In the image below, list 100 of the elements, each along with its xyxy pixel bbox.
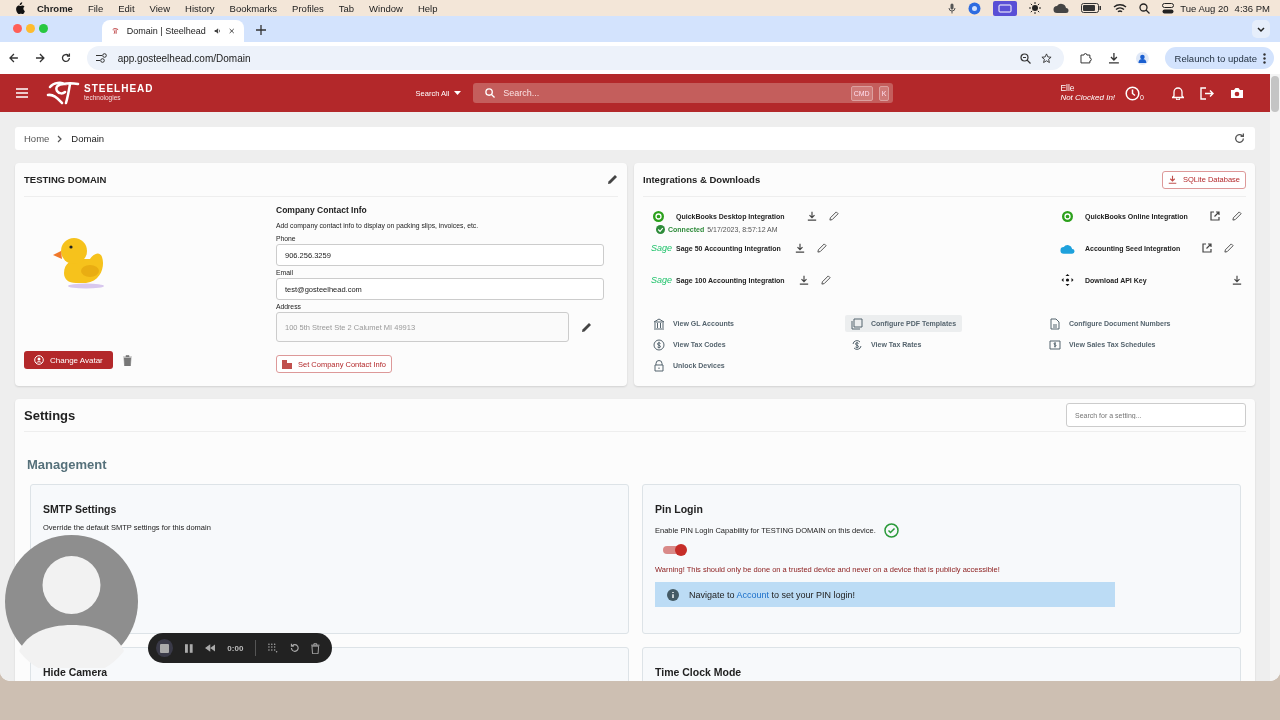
more-icon — [1263, 52, 1266, 64]
download-icon[interactable] — [1107, 52, 1120, 64]
star-icon[interactable] — [1041, 52, 1053, 64]
relaunch-button[interactable]: Relaunch to update — [1164, 47, 1274, 69]
menu-item[interactable]: Bookmarks — [229, 2, 278, 14]
screen-share-icon[interactable] — [993, 0, 1018, 16]
rewind-icon[interactable] — [204, 644, 216, 652]
search-icon[interactable] — [1139, 2, 1151, 14]
setting-title: Hide Camera — [43, 666, 108, 678]
external-link-icon[interactable] — [1209, 211, 1220, 221]
wifi-icon[interactable] — [1113, 2, 1128, 14]
search-input[interactable]: Search... — [501, 87, 845, 99]
download-icon[interactable] — [794, 243, 805, 253]
setting-title: Pin Login — [655, 503, 703, 515]
camera-icon[interactable] — [1230, 87, 1244, 99]
account-link[interactable]: Account — [736, 589, 770, 600]
chevron-down-icon[interactable] — [1252, 20, 1270, 38]
site-settings-icon — [95, 53, 108, 63]
card-title: TESTING DOMAIN — [24, 174, 107, 185]
info-message: Navigate to Account to set your PIN login! — [689, 589, 856, 600]
setting-title: Time Clock Mode — [655, 666, 742, 678]
menu-bar-time: 4:36 PM — [1234, 2, 1270, 14]
external-link-icon[interactable] — [1202, 243, 1213, 253]
trash-icon[interactable] — [311, 642, 320, 654]
trash-icon[interactable] — [122, 354, 132, 366]
site-logo-icon — [112, 26, 119, 36]
clock-status: Not Clocked In! — [1060, 93, 1116, 103]
edit-icon[interactable] — [1231, 211, 1242, 221]
section-title: Company Contact Info — [276, 205, 367, 215]
scrollbar-thumb[interactable] — [1271, 76, 1279, 112]
card-title: Settings — [24, 407, 76, 423]
back-arrow-icon[interactable] — [9, 53, 19, 63]
clock-icon[interactable] — [1125, 85, 1141, 101]
menu-item[interactable]: Tab — [338, 2, 355, 14]
menu-item[interactable]: Window — [369, 2, 403, 14]
logo-mark-icon — [46, 81, 80, 105]
sun-icon[interactable] — [1029, 2, 1042, 14]
menu-icon[interactable] — [16, 88, 28, 98]
control-center-icon[interactable] — [1162, 2, 1175, 14]
edit-icon[interactable] — [820, 275, 831, 285]
breadcrumb-current: Domain — [71, 133, 105, 144]
chevron-right-icon — [57, 134, 64, 143]
sage-logo: Sage — [651, 275, 672, 285]
reload-icon[interactable] — [60, 53, 71, 63]
logout-icon[interactable] — [1200, 86, 1214, 100]
mic-icon[interactable] — [948, 2, 957, 14]
user-name: Elle — [1060, 83, 1076, 94]
bank-icon — [653, 317, 665, 330]
move-arrows-icon — [1060, 274, 1075, 286]
brand-name: STEELHEAD — [84, 84, 154, 95]
app-icon[interactable] — [968, 1, 982, 15]
breadcrumb-link[interactable]: Home — [24, 133, 50, 144]
sage-logo: Sage — [651, 243, 672, 253]
user-circle-icon — [34, 355, 44, 365]
menu-item[interactable]: View — [149, 2, 170, 14]
lock-icon — [653, 359, 665, 372]
edit-icon[interactable] — [581, 321, 592, 333]
search-icon — [485, 88, 496, 98]
bell-icon[interactable] — [1172, 86, 1184, 100]
download-icon — [1167, 175, 1177, 184]
section-heading: Management — [27, 457, 108, 472]
speaker-icon — [213, 26, 221, 36]
menu-item[interactable]: Profiles — [292, 2, 324, 14]
extensions-icon[interactable] — [1080, 52, 1092, 64]
new-tab-icon[interactable] — [256, 25, 266, 35]
setting-title: SMTP Settings — [43, 503, 117, 515]
restart-icon[interactable] — [289, 643, 300, 653]
apple-logo-icon[interactable] — [14, 2, 25, 14]
edit-icon[interactable] — [828, 211, 839, 221]
circle-logo-icon — [651, 210, 666, 222]
browser-tab[interactable]: Domain | Steelhead — [102, 20, 244, 42]
menu-item[interactable]: History — [185, 2, 215, 14]
edit-icon[interactable] — [1224, 243, 1235, 253]
cloud-icon — [1060, 242, 1075, 254]
menu-item[interactable]: File — [87, 2, 104, 14]
menu-item[interactable]: Edit — [118, 2, 135, 14]
edit-icon[interactable] — [607, 174, 618, 185]
recording-time: 0:00 — [227, 643, 244, 653]
toggle-switch[interactable] — [661, 544, 687, 556]
download-icon[interactable] — [798, 275, 809, 285]
forward-arrow-icon[interactable] — [34, 53, 45, 63]
dots-grid-icon[interactable] — [268, 643, 278, 653]
refresh-icon[interactable] — [1234, 133, 1245, 144]
pause-icon[interactable] — [185, 643, 193, 653]
change-avatar-button[interactable]: Change Avatar — [24, 351, 113, 369]
dollar-icon — [653, 338, 665, 351]
close-icon[interactable] — [228, 27, 234, 35]
stop-button[interactable] — [156, 639, 174, 657]
cloud-icon[interactable] — [1053, 3, 1070, 13]
sync-icon — [851, 338, 863, 351]
check-circle-icon — [656, 225, 665, 234]
battery-icon[interactable] — [1081, 3, 1102, 13]
profile-icon[interactable] — [1135, 51, 1149, 65]
menu-item[interactable]: Help — [417, 2, 438, 14]
download-icon[interactable] — [806, 211, 817, 221]
app-menu[interactable]: Chrome — [37, 2, 73, 14]
edit-icon[interactable] — [816, 243, 827, 253]
download-icon[interactable] — [1232, 275, 1242, 285]
address-field[interactable]: app.gosteelhead.com/Domain — [86, 46, 1065, 70]
zoom-out-icon — [1020, 52, 1032, 64]
